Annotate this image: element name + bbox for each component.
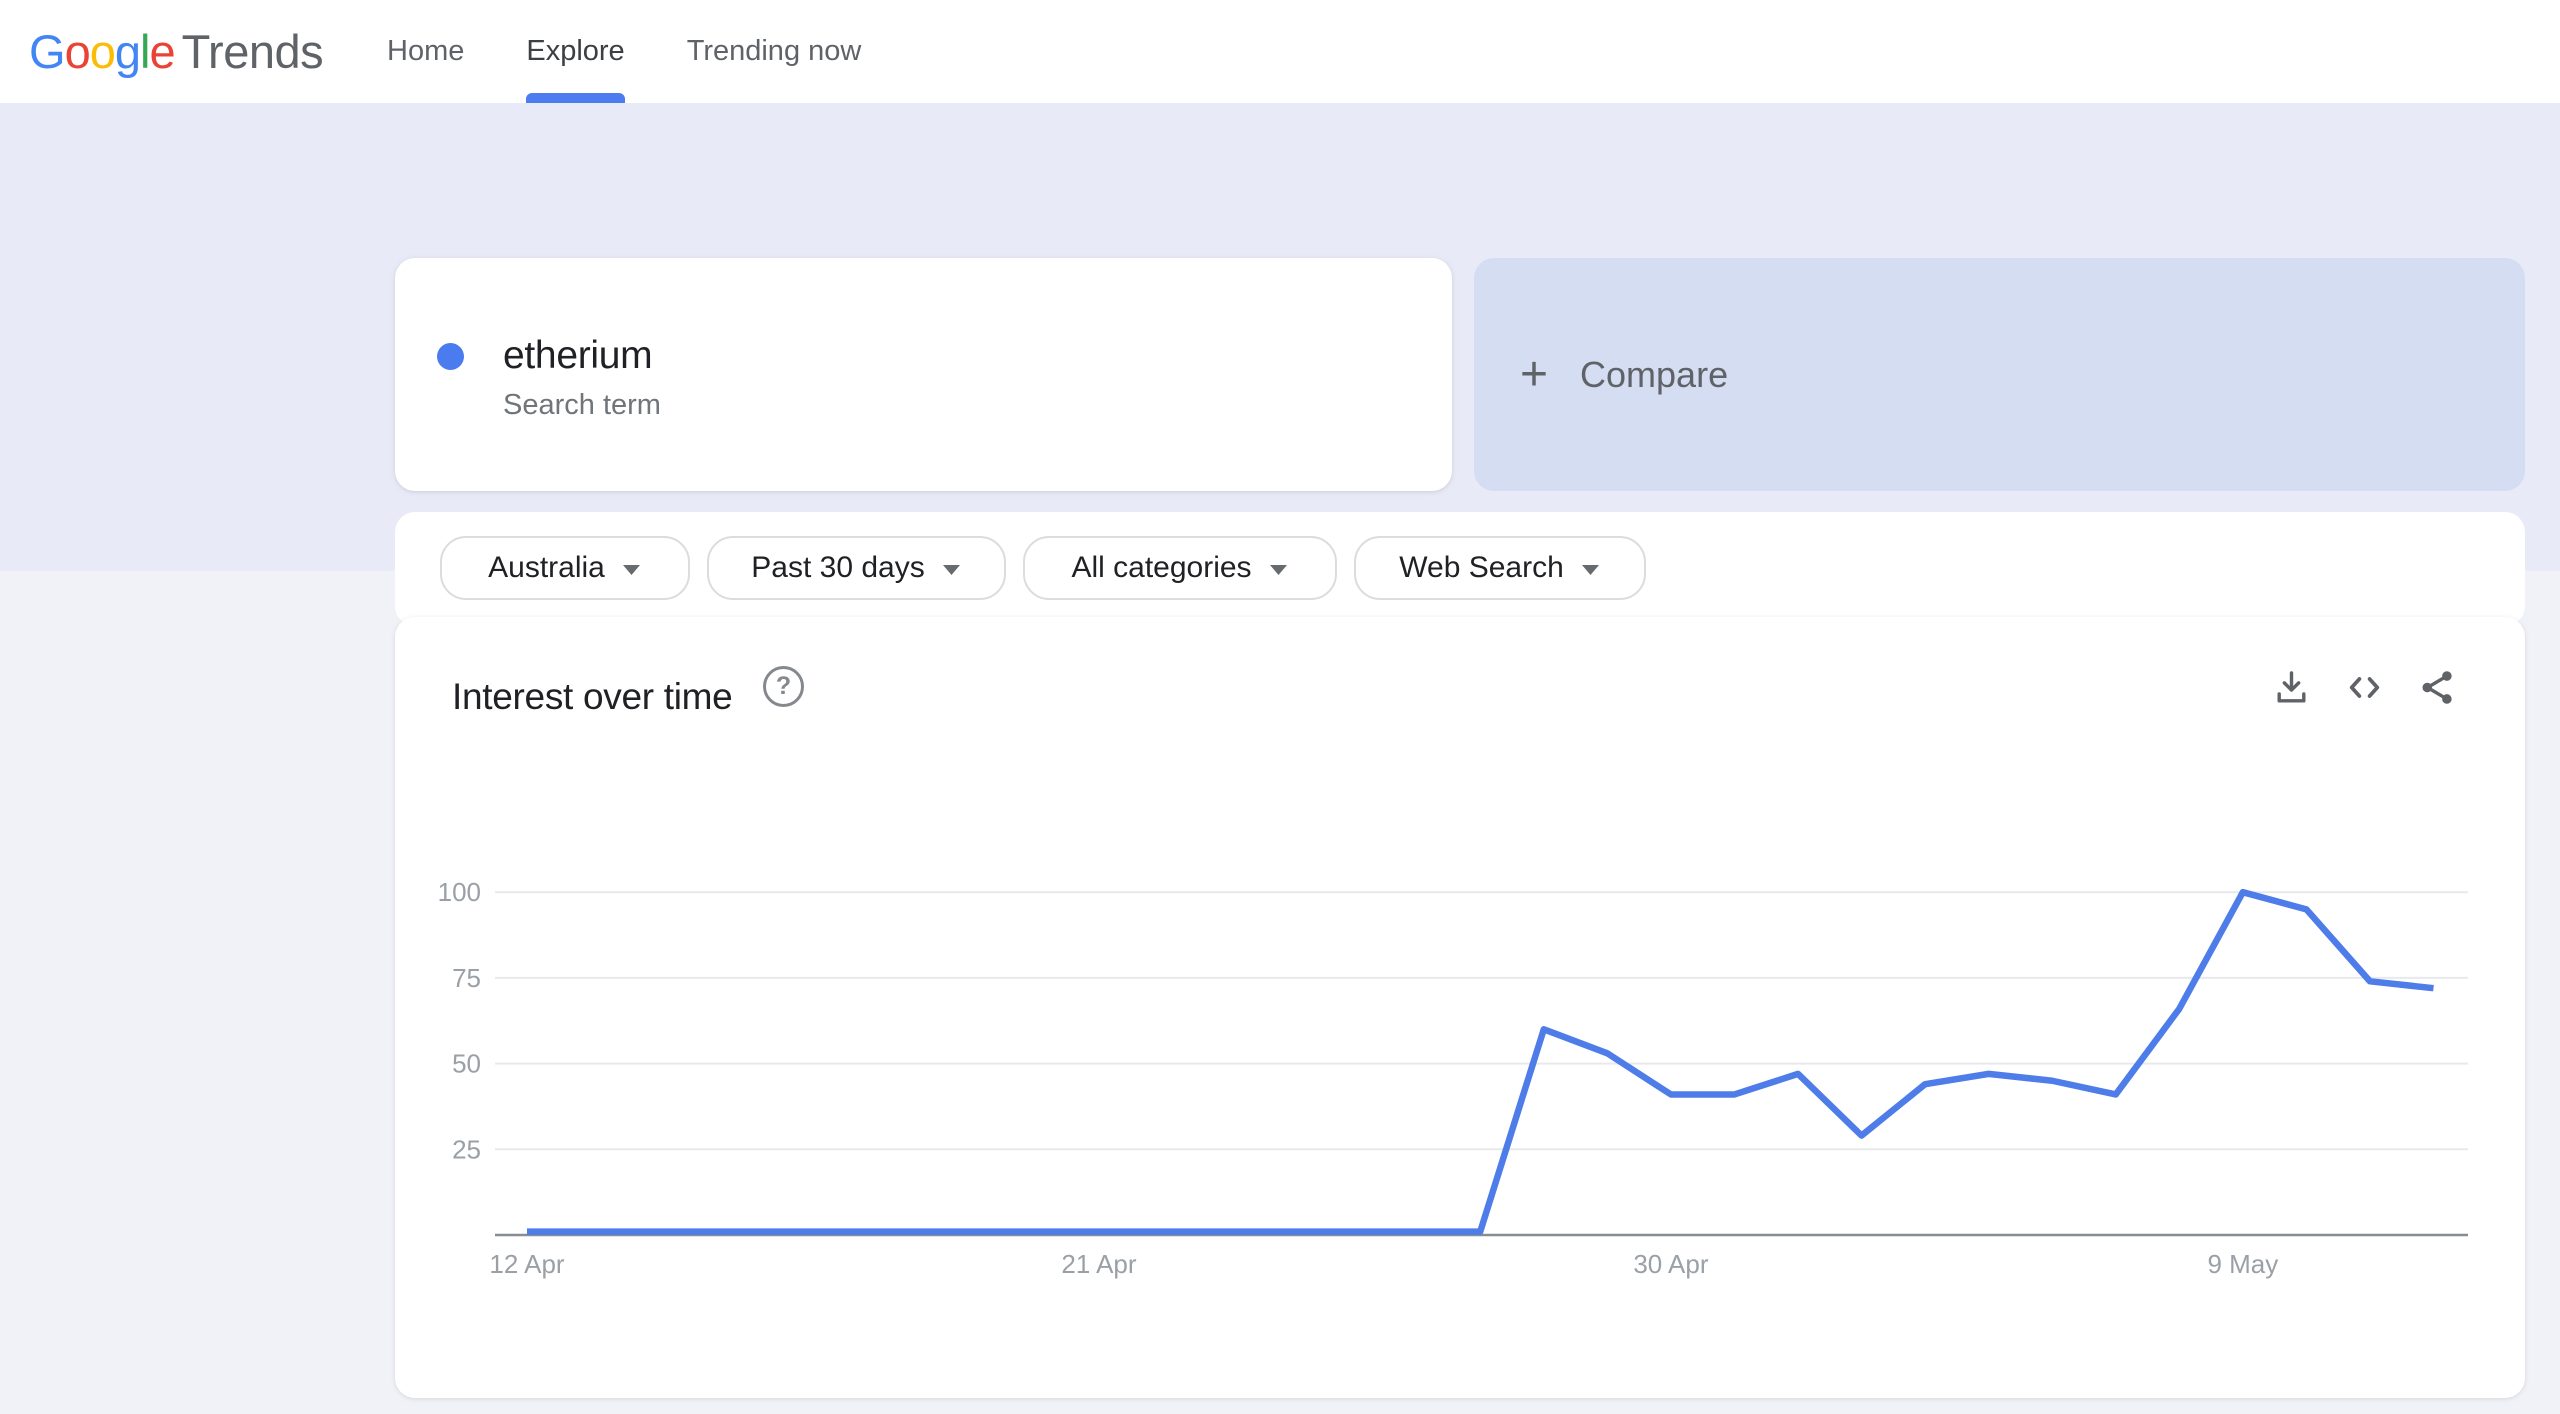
time-range-filter-value: Past 30 days xyxy=(751,551,924,585)
search-term-text: etherium Search term xyxy=(503,334,661,422)
main-nav: Home Explore Trending now xyxy=(387,0,861,103)
interest-over-time-chart: 25 50 75 100 12 Apr 21 Apr 30 Apr 9 May xyxy=(395,617,2525,1398)
chevron-down-icon xyxy=(621,563,642,577)
search-term-type-label: Search term xyxy=(503,389,661,422)
search-term-value: etherium xyxy=(503,334,661,378)
nav-tab-home[interactable]: Home xyxy=(387,0,464,103)
google-trends-logo[interactable]: Google Trends xyxy=(29,0,323,103)
nav-tab-home-label: Home xyxy=(387,35,464,68)
time-range-filter-dropdown[interactable]: Past 30 days xyxy=(707,536,1006,600)
geo-filter-dropdown[interactable]: Australia xyxy=(440,536,690,600)
svg-text:100: 100 xyxy=(438,877,481,907)
nav-tab-explore[interactable]: Explore xyxy=(526,0,624,103)
geo-filter-value: Australia xyxy=(488,551,605,585)
nav-tab-trending-now[interactable]: Trending now xyxy=(687,0,862,103)
series-color-dot xyxy=(437,343,464,370)
svg-text:9 May: 9 May xyxy=(2207,1249,2278,1279)
svg-text:30 Apr: 30 Apr xyxy=(1633,1249,1709,1279)
svg-text:21 Apr: 21 Apr xyxy=(1061,1249,1137,1279)
svg-text:25: 25 xyxy=(452,1134,481,1164)
google-logo-brand: Google xyxy=(29,24,175,79)
active-tab-underline xyxy=(526,93,624,103)
nav-tab-explore-label: Explore xyxy=(526,35,624,68)
svg-text:12 Apr: 12 Apr xyxy=(489,1249,565,1279)
query-section: etherium Search term + Compare Australia… xyxy=(0,103,2560,571)
category-filter-dropdown[interactable]: All categories xyxy=(1023,536,1337,600)
filter-pills: Australia Past 30 days All categories We… xyxy=(440,536,1646,600)
compare-add-card[interactable]: + Compare xyxy=(1474,258,2525,491)
svg-text:50: 50 xyxy=(452,1049,481,1079)
chevron-down-icon xyxy=(1580,563,1601,577)
google-trends-explore-page: { "page": { "header_bg": "#ffffff", "her… xyxy=(0,0,2560,1414)
chevron-down-icon xyxy=(941,563,962,577)
interest-over-time-card: Interest over time ? 25507510012 Apr21 A… xyxy=(395,617,2525,1398)
search-type-filter-dropdown[interactable]: Web Search xyxy=(1354,536,1646,600)
svg-text:75: 75 xyxy=(452,963,481,993)
plus-icon: + xyxy=(1520,351,1548,399)
nav-tab-trending-now-label: Trending now xyxy=(687,35,862,68)
filter-bar: Australia Past 30 days All categories We… xyxy=(395,512,2525,626)
search-type-filter-value: Web Search xyxy=(1399,551,1564,585)
category-filter-value: All categories xyxy=(1071,551,1251,585)
app-header: Google Trends Home Explore Trending now xyxy=(0,0,2560,103)
compare-label: Compare xyxy=(1580,354,1728,396)
google-logo-suffix: Trends xyxy=(182,24,324,79)
chevron-down-icon xyxy=(1268,563,1289,577)
